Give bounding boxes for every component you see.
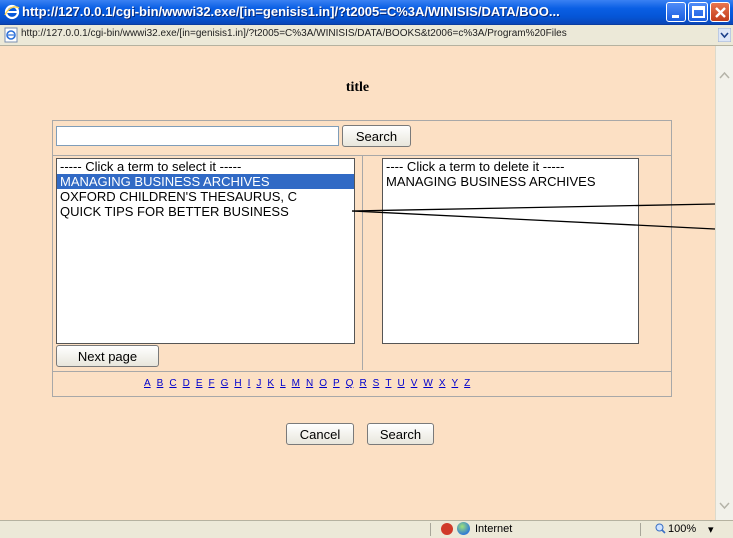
letter-link[interactable]: C [169, 378, 176, 389]
window-title: http://127.0.0.1/cgi-bin/wwwi32.exe/[in=… [22, 4, 560, 19]
list-item[interactable]: OXFORD CHILDREN'S THESAURUS, C [57, 189, 354, 204]
window-titlebar[interactable]: http://127.0.0.1/cgi-bin/wwwi32.exe/[in=… [0, 0, 733, 25]
minimize-button[interactable] [666, 2, 686, 22]
letter-link[interactable]: F [208, 378, 214, 389]
letter-link[interactable]: K [267, 378, 274, 389]
letter-link[interactable]: H [234, 378, 241, 389]
search-button[interactable]: Search [342, 125, 411, 147]
next-page-button[interactable]: Next page [56, 345, 159, 367]
chevron-down-icon[interactable] [718, 28, 731, 42]
letter-link[interactable]: T [385, 378, 391, 389]
letter-link[interactable]: U [397, 378, 404, 389]
letter-link[interactable]: R [359, 378, 366, 389]
letter-link[interactable]: N [306, 378, 313, 389]
letter-link[interactable]: I [248, 378, 251, 389]
list-item[interactable]: MANAGING BUSINESS ARCHIVES [383, 174, 638, 189]
letter-link[interactable]: G [221, 378, 229, 389]
status-bar: Internet 100% ▾ [0, 520, 733, 538]
letter-link[interactable]: W [423, 378, 432, 389]
ie-icon [4, 4, 20, 20]
minimize-icon [672, 15, 679, 18]
letter-link[interactable]: Y [451, 378, 458, 389]
vertical-scrollbar[interactable] [715, 46, 733, 520]
page-content: title Search ----- Click a term to selec… [0, 46, 715, 520]
select-term-list[interactable]: ----- Click a term to select it ----- MA… [56, 158, 355, 344]
address-bar[interactable]: http://127.0.0.1/cgi-bin/wwwi32.exe/[in=… [0, 25, 733, 46]
globe-icon [457, 522, 470, 535]
close-icon [715, 7, 726, 18]
letter-link[interactable]: B [157, 378, 164, 389]
column-divider [362, 155, 363, 370]
letter-link[interactable]: S [373, 378, 380, 389]
letter-link[interactable]: Q [346, 378, 354, 389]
submit-search-button[interactable]: Search [367, 423, 434, 445]
search-input[interactable] [56, 126, 339, 146]
letter-link[interactable]: A [144, 378, 151, 389]
letter-link[interactable]: J [256, 378, 261, 389]
scroll-up-icon[interactable] [718, 68, 731, 83]
letter-link[interactable]: D [183, 378, 190, 389]
letter-link[interactable]: E [196, 378, 203, 389]
security-zone: Internet [475, 523, 513, 535]
list-item[interactable]: QUICK TIPS FOR BETTER BUSINESS [57, 204, 354, 219]
letter-link[interactable]: L [280, 378, 286, 389]
list-header: ---- Click a term to delete it ----- [386, 159, 565, 174]
zoom-icon[interactable] [655, 523, 666, 534]
cancel-button[interactable]: Cancel [286, 423, 354, 445]
letter-link[interactable]: O [319, 378, 327, 389]
delete-term-list[interactable]: ---- Click a term to delete it ----- MAN… [382, 158, 639, 344]
list-item[interactable]: MANAGING BUSINESS ARCHIVES [57, 174, 354, 189]
letter-link[interactable]: M [292, 378, 300, 389]
search-form-frame: Search ----- Click a term to select it -… [52, 120, 672, 397]
chevron-down-icon[interactable]: ▾ [708, 523, 714, 536]
status-divider [640, 523, 641, 536]
letter-link[interactable]: P [333, 378, 340, 389]
search-row: Search [53, 121, 671, 156]
letter-link[interactable]: V [411, 378, 418, 389]
page-title: title [345, 80, 370, 95]
url-text[interactable]: http://127.0.0.1/cgi-bin/wwwi32.exe/[in=… [21, 28, 713, 39]
letter-link[interactable]: X [439, 378, 446, 389]
maximize-icon [692, 6, 705, 18]
blocked-icon [441, 523, 453, 535]
zoom-level[interactable]: 100% [668, 523, 696, 535]
status-divider [430, 523, 431, 536]
scroll-down-icon[interactable] [718, 498, 731, 513]
page-icon [4, 27, 18, 43]
letter-link[interactable]: Z [464, 378, 470, 389]
alphabet-index: ABCDEFGHIJKLMNOPQRSTUVWXYZ [53, 371, 671, 397]
maximize-button[interactable] [688, 2, 708, 22]
close-button[interactable] [710, 2, 730, 22]
list-header: ----- Click a term to select it ----- [60, 159, 242, 174]
alphabet-links: ABCDEFGHIJKLMNOPQRSTUVWXYZ [144, 378, 476, 389]
